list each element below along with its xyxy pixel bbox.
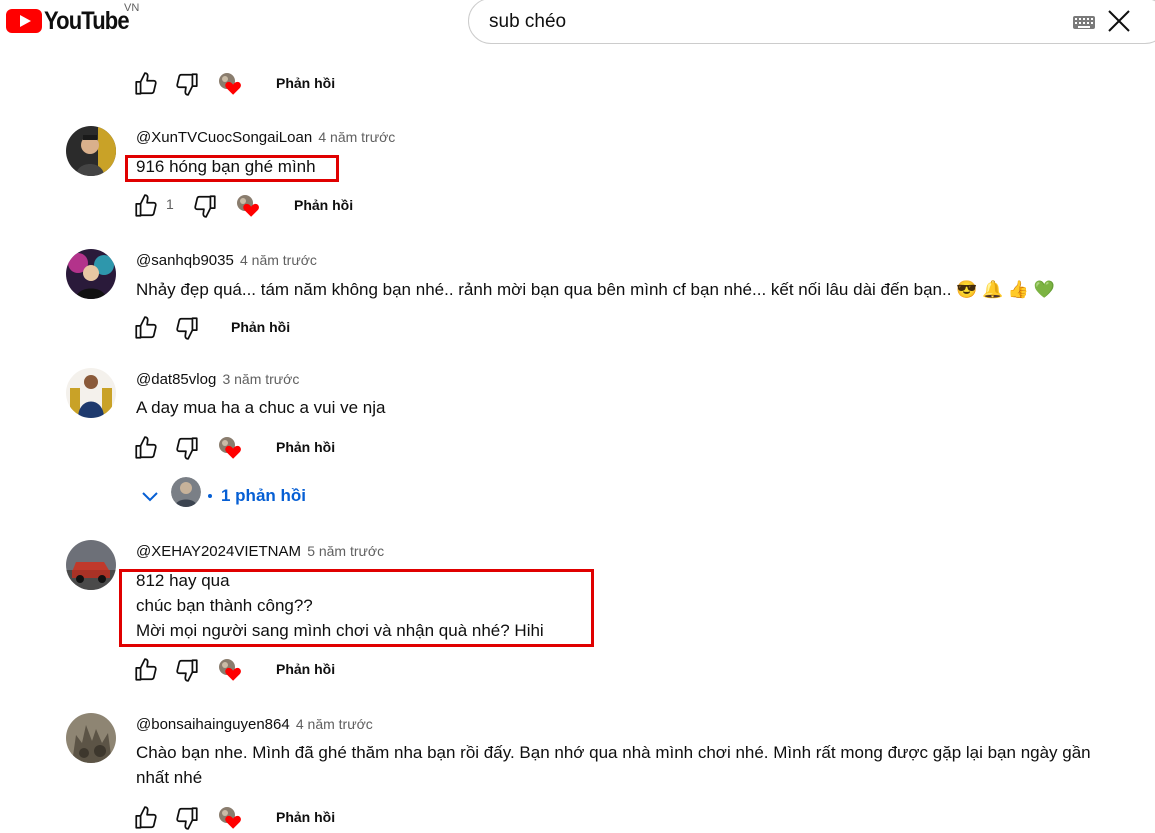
comment-actions: Phản hồi [0,805,600,833]
search-box[interactable]: sub chéo [468,0,1155,44]
like-icon[interactable] [133,71,159,97]
search-input[interactable]: sub chéo [489,11,566,33]
dislike-icon[interactable] [192,193,218,219]
comment-time[interactable]: 4 năm trước [240,252,317,268]
comment-time[interactable]: 4 năm trước [296,716,373,732]
avatar[interactable] [66,126,116,176]
like-icon[interactable] [133,315,159,341]
comment-text-line: nhất nhé [136,768,203,787]
clear-search-icon[interactable] [1106,8,1132,34]
comment-text: Nhảy đẹp quá... tám năm không bạn nhé.. … [136,280,1055,299]
like-icon[interactable] [133,435,159,461]
dislike-icon[interactable] [174,805,200,831]
dislike-icon[interactable] [174,315,200,341]
avatar[interactable] [66,249,116,299]
highlight-box [119,569,594,647]
avatar[interactable] [66,713,116,763]
reply-button[interactable]: Phản hồi [231,319,290,335]
like-count: 1 [166,196,174,212]
reply-button[interactable]: Phản hồi [276,439,335,455]
comment-actions: Phản hồi [0,71,600,99]
creator-heart-icon [218,806,244,832]
dislike-icon[interactable] [174,71,200,97]
replies-count[interactable]: 1 phản hồi [221,486,306,506]
like-icon[interactable] [133,805,159,831]
comment-author[interactable]: @dat85vlog [136,371,216,388]
reply-author-avatar [171,477,201,507]
reply-button[interactable]: Phản hồi [294,197,353,213]
like-icon[interactable] [133,657,159,683]
highlight-box [125,155,339,182]
creator-heart-icon [218,658,244,684]
creator-heart-icon [236,194,262,220]
view-replies-button[interactable]: 1 phản hồi [140,476,440,512]
comment-author[interactable]: @sanhqb9035 [136,252,234,269]
youtube-logo[interactable]: YouTube [6,6,140,35]
dot-separator [208,494,212,498]
comment-text-line: Chào bạn nhe. Mình đã ghé thăm nha bạn r… [136,743,1091,762]
comment-actions: Phản hồi [0,657,600,685]
comment-actions: Phản hồi [0,435,600,463]
logo-text: YouTube [44,6,130,35]
comment-author[interactable]: @XunTVCuocSongaiLoan [136,129,312,146]
dislike-icon[interactable] [174,657,200,683]
comment-time[interactable]: 3 năm trước [222,371,299,387]
reply-button[interactable]: Phản hồi [276,75,335,91]
creator-heart-icon [218,72,244,98]
avatar[interactable] [66,540,116,590]
youtube-play-icon [6,9,42,33]
comment-author[interactable]: @XEHAY2024VIETNAM [136,543,301,560]
comment-time[interactable]: 4 năm trước [318,129,395,145]
avatar[interactable] [66,368,116,418]
like-icon[interactable] [133,193,159,219]
chevron-down-icon[interactable] [140,486,160,506]
comment-time[interactable]: 5 năm trước [307,543,384,559]
reply-button[interactable]: Phản hồi [276,661,335,677]
comment-actions: 1 Phản hồi [0,193,600,221]
comment-text: A day mua ha a chuc a vui ve nja [136,398,386,417]
comment-author[interactable]: @bonsaihainguyen864 [136,716,290,733]
dislike-icon[interactable] [174,435,200,461]
keyboard-icon[interactable] [1073,16,1095,29]
comment-actions: Phản hồi [0,315,600,343]
region-code: VN [124,2,140,14]
creator-heart-icon [218,436,244,462]
reply-button[interactable]: Phản hồi [276,809,335,825]
